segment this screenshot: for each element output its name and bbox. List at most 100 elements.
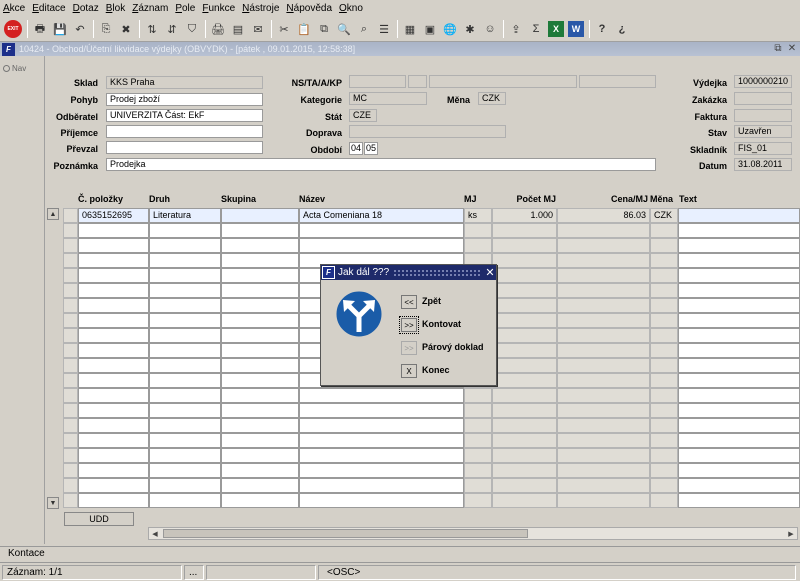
cell-druh[interactable]	[149, 343, 221, 358]
ns-field-1[interactable]	[349, 75, 406, 88]
cell-cena[interactable]	[557, 493, 650, 508]
cell-cena[interactable]	[557, 358, 650, 373]
table-row[interactable]	[63, 223, 800, 238]
cell-mena[interactable]	[650, 328, 678, 343]
cell-nazev[interactable]	[299, 433, 464, 448]
cell-polozka[interactable]	[78, 373, 149, 388]
cell-mena[interactable]	[650, 418, 678, 433]
faktura-field[interactable]	[734, 109, 792, 122]
menu-dotaz[interactable]: Dotaz	[73, 3, 99, 14]
cell-skupina[interactable]	[221, 268, 299, 283]
cell-pocet[interactable]	[492, 328, 557, 343]
cell-skupina[interactable]	[221, 238, 299, 253]
exit-icon[interactable]: EXIT	[4, 20, 22, 38]
menu-zaznam[interactable]: Záznam	[132, 3, 168, 14]
cell-skupina[interactable]	[221, 373, 299, 388]
save-icon[interactable]: 💾	[52, 21, 68, 37]
cell-text[interactable]	[678, 478, 800, 493]
zakazka-field[interactable]	[734, 92, 792, 105]
cell-cena[interactable]	[557, 283, 650, 298]
stat-field[interactable]: CZE	[349, 109, 377, 122]
cell-polozka[interactable]	[78, 418, 149, 433]
cell-pocet[interactable]	[492, 253, 557, 268]
cell-text[interactable]	[678, 313, 800, 328]
sigma-icon[interactable]: Σ	[528, 21, 544, 37]
cell-text[interactable]	[678, 223, 800, 238]
cell-mena[interactable]: CZK	[650, 208, 678, 223]
cell-druh[interactable]	[149, 253, 221, 268]
cell-druh[interactable]	[149, 388, 221, 403]
table-row[interactable]	[63, 448, 800, 463]
cell-cena[interactable]	[557, 298, 650, 313]
cell-skupina[interactable]	[221, 448, 299, 463]
cell-mena[interactable]	[650, 463, 678, 478]
cell-text[interactable]	[678, 358, 800, 373]
grid-horizontal-scrollbar[interactable]: ◀ ▶	[148, 527, 798, 540]
cell-text[interactable]	[678, 493, 800, 508]
cell-pocet[interactable]	[492, 433, 557, 448]
zoom-icon[interactable]: ⌕	[356, 21, 372, 37]
cell-mena[interactable]	[650, 283, 678, 298]
row-selector[interactable]	[63, 373, 78, 388]
cell-text[interactable]	[678, 343, 800, 358]
copy-icon[interactable]: ⧉	[316, 21, 332, 37]
cell-mena[interactable]	[650, 478, 678, 493]
obdobi-year-field[interactable]: 04	[349, 142, 363, 155]
grid-vertical-scrollbar[interactable]: ▲ ▼	[47, 208, 59, 511]
cell-nazev[interactable]: Acta Comeniana 18	[299, 208, 464, 223]
cell-mj[interactable]	[464, 403, 492, 418]
cell-polozka[interactable]: 0635152695	[78, 208, 149, 223]
menu-napoveda[interactable]: Nápověda	[286, 3, 332, 14]
obdobi-month-field[interactable]: 05	[364, 142, 378, 155]
row-selector[interactable]	[63, 253, 78, 268]
table-row[interactable]	[63, 463, 800, 478]
paste-icon[interactable]: 📋	[296, 21, 312, 37]
scroll-up-icon[interactable]: ▲	[47, 208, 59, 220]
table-row[interactable]	[63, 433, 800, 448]
cell-text[interactable]	[678, 328, 800, 343]
cell-cena[interactable]	[557, 343, 650, 358]
row-selector[interactable]	[63, 313, 78, 328]
parovy-doklad-button[interactable]: >>	[401, 341, 417, 355]
cell-pocet[interactable]	[492, 448, 557, 463]
cell-druh[interactable]	[149, 358, 221, 373]
cell-nazev[interactable]	[299, 223, 464, 238]
vydejka-field[interactable]: 1000000210	[734, 75, 792, 88]
cell-nazev[interactable]	[299, 403, 464, 418]
cell-cena[interactable]	[557, 388, 650, 403]
cell-text[interactable]	[678, 208, 800, 223]
cell-cena[interactable]	[557, 268, 650, 283]
cell-text[interactable]	[678, 298, 800, 313]
row-selector[interactable]	[63, 283, 78, 298]
export-icon[interactable]: ⇪	[508, 21, 524, 37]
ns-field-3[interactable]	[429, 75, 577, 88]
delete-record-icon[interactable]: ✖	[118, 21, 134, 37]
cell-polozka[interactable]	[78, 403, 149, 418]
cell-cena[interactable]	[557, 463, 650, 478]
cell-polozka[interactable]	[78, 433, 149, 448]
cell-mj[interactable]	[464, 433, 492, 448]
find-icon[interactable]: 🔍	[336, 21, 352, 37]
pohyb-field[interactable]: Prodej zboží	[106, 93, 263, 106]
konec-button[interactable]: X	[401, 364, 417, 378]
cell-mena[interactable]	[650, 298, 678, 313]
cell-skupina[interactable]	[221, 223, 299, 238]
cell-cena[interactable]	[557, 328, 650, 343]
cell-druh[interactable]	[149, 403, 221, 418]
cell-pocet[interactable]	[492, 463, 557, 478]
cell-polozka[interactable]	[78, 268, 149, 283]
row-selector[interactable]	[63, 403, 78, 418]
cell-pocet[interactable]	[492, 388, 557, 403]
row-selector[interactable]	[63, 358, 78, 373]
cell-pocet[interactable]	[492, 373, 557, 388]
cell-mena[interactable]	[650, 313, 678, 328]
context-help-icon[interactable]: ¿	[614, 21, 630, 37]
cell-cena[interactable]	[557, 313, 650, 328]
cell-text[interactable]	[678, 388, 800, 403]
cell-druh[interactable]	[149, 223, 221, 238]
row-selector[interactable]	[63, 328, 78, 343]
row-selector[interactable]	[63, 208, 78, 223]
cell-polozka[interactable]	[78, 478, 149, 493]
undo-icon[interactable]: ↶	[72, 21, 88, 37]
row-selector[interactable]	[63, 493, 78, 508]
